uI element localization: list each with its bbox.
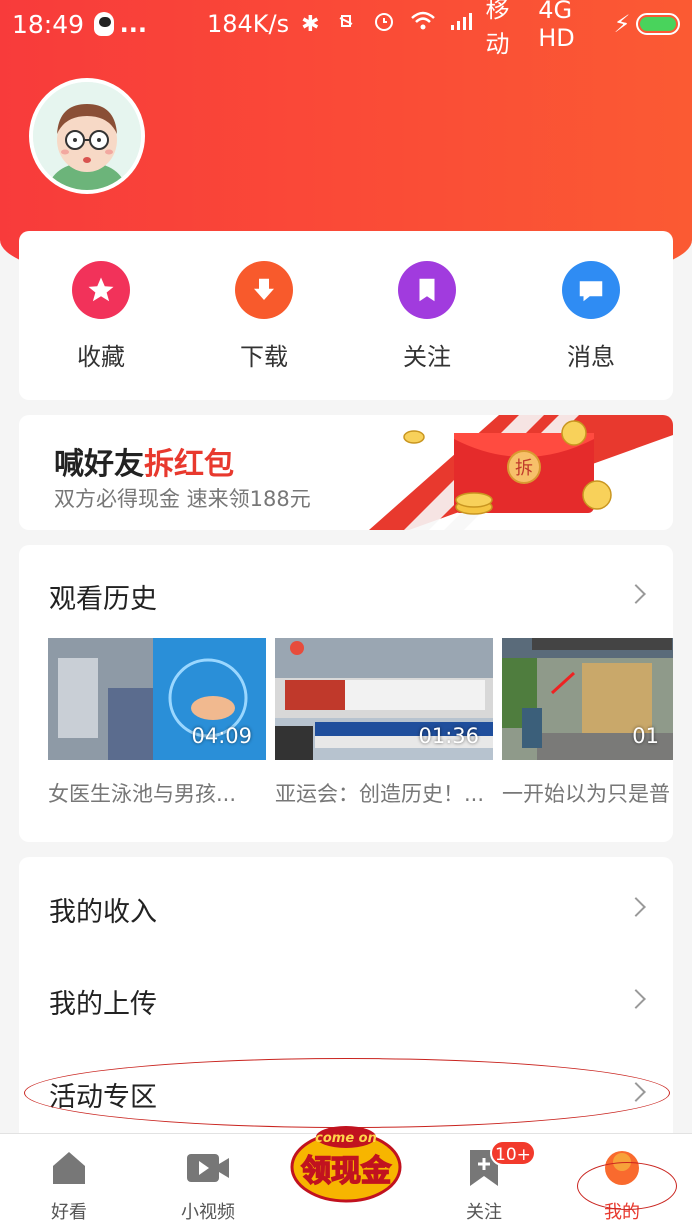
bookmark-icon (398, 261, 456, 319)
alarm-clock-icon (372, 9, 396, 39)
profile-icon (605, 1151, 639, 1185)
quick-actions-card: 收藏 下载 关注 消息 (19, 231, 673, 400)
status-icons: ✱ (301, 9, 475, 39)
tab-home[interactable]: 好看 (19, 1148, 119, 1224)
envelope-seal-text: 拆 (515, 458, 533, 479)
quick-action-label: 关注 (403, 343, 451, 371)
chevron-right-icon[interactable] (626, 584, 646, 604)
get-cash-promo-button[interactable]: come on 领现金 (287, 1123, 405, 1205)
video-duration: 04:09 (191, 724, 252, 748)
message-icon (562, 261, 620, 319)
tab-label: 关注 (466, 1202, 502, 1223)
tab-short-video[interactable]: 小视频 (158, 1148, 258, 1224)
watch-history-title: 观看历史 (49, 584, 157, 615)
signal-icon (450, 11, 476, 37)
quick-action-label: 下载 (240, 343, 288, 371)
menu-item-label: 我的上传 (49, 989, 157, 1020)
user-avatar[interactable] (29, 78, 145, 194)
home-icon (53, 1152, 85, 1184)
menu-item-label: 我的收入 (49, 897, 157, 928)
network-type: 4G HD (538, 0, 575, 52)
history-video-thumbnail[interactable]: 01 (502, 638, 673, 760)
wifi-icon (410, 10, 436, 38)
status-bar: 18:49 ... 184K/s ✱ 移动 4G HD ⚡ (0, 0, 692, 58)
promo-top-text: come on (315, 1131, 377, 1146)
quick-action-follows[interactable]: 关注 (367, 261, 487, 372)
quick-action-downloads[interactable]: 下载 (204, 261, 324, 372)
status-time: 18:49 (12, 9, 85, 39)
watch-history-card: 观看历史 04:09 女医生泳池与男孩... 01:36 亚运会：创造历史！..… (19, 545, 673, 842)
quick-action-label: 消息 (567, 343, 615, 371)
download-icon (235, 261, 293, 319)
history-video-title[interactable]: 一开始以为只是普 (502, 778, 673, 808)
vibrate-off-icon (334, 9, 358, 39)
video-duration: 01:36 (418, 724, 479, 748)
quick-action-label: 收藏 (77, 343, 125, 371)
banner-title-main: 喊好友 (54, 447, 144, 482)
history-video-thumbnail[interactable]: 04:09 (48, 638, 266, 760)
history-video-title[interactable]: 女医生泳池与男孩... (48, 778, 258, 808)
invite-friends-banner[interactable]: 喊好友拆红包 双方必得现金 速来领188元 拆 (19, 415, 673, 530)
red-envelope-illustration: 拆 (369, 415, 673, 530)
tab-label: 好看 (51, 1202, 87, 1223)
banner-subtitle: 双方必得现金 速来领188元 (54, 487, 311, 511)
video-duration: 01 (632, 724, 659, 748)
menu-item-income[interactable]: 我的收入 (19, 860, 673, 952)
tab-label: 小视频 (181, 1202, 235, 1223)
menu-item-label: 活动专区 (49, 1082, 157, 1113)
menu-item-uploads[interactable]: 我的上传 (19, 952, 673, 1044)
banner-title: 喊好友拆红包 (54, 439, 234, 483)
tab-label: 我的 (604, 1202, 640, 1223)
video-camera-icon (187, 1154, 229, 1182)
menu-card: 我的收入 我的上传 活动专区 (19, 857, 673, 1147)
quick-action-messages[interactable]: 消息 (531, 261, 651, 372)
chevron-right-icon (626, 1082, 646, 1102)
chevron-right-icon (626, 989, 646, 1009)
history-video-title[interactable]: 亚运会：创造历史！... (275, 778, 493, 808)
qq-notification-icon (94, 12, 114, 36)
tab-mine[interactable]: 我的 (572, 1148, 672, 1224)
status-more-dots: ... (119, 10, 147, 38)
network-speed: 184K/s (206, 10, 290, 38)
history-video-thumbnail[interactable]: 01:36 (275, 638, 493, 760)
promo-main-text: 领现金 (301, 1154, 392, 1189)
banner-title-highlight: 拆红包 (144, 447, 234, 482)
quick-action-favorites[interactable]: 收藏 (41, 261, 161, 372)
follow-count-badge: 10+ (490, 1140, 536, 1166)
chevron-right-icon (626, 897, 646, 917)
get-cash-badge: come on 领现金 (290, 1126, 402, 1203)
carrier-name: 移动 (485, 0, 510, 58)
bluetooth-icon: ✱ (301, 11, 320, 37)
battery-icon (636, 13, 681, 35)
charging-icon: ⚡ (613, 10, 631, 38)
star-icon (72, 261, 130, 319)
